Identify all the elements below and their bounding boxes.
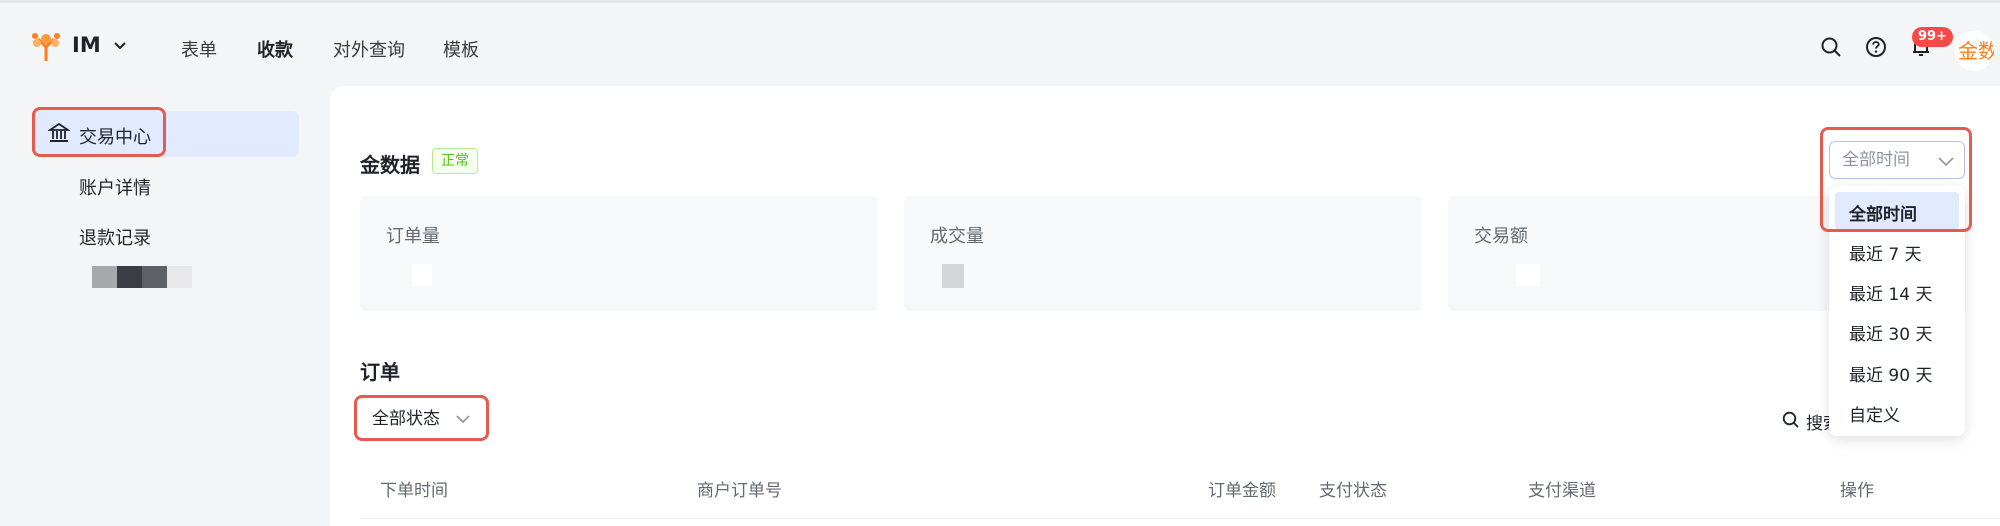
- top-bar: IM 表单 收款 对外查询 模板 99+ 金数: [0, 0, 2000, 84]
- nav-external-query[interactable]: 对外查询: [333, 36, 405, 62]
- chevron-down-icon: [456, 415, 470, 424]
- help-icon[interactable]: [1865, 36, 1887, 58]
- time-filter-select[interactable]: 全部时间: [1829, 141, 1965, 179]
- stat-label: 交易额: [1474, 226, 1528, 247]
- search-icon: [1782, 411, 1799, 428]
- sidebar-item-refund-records[interactable]: 退款记录: [79, 224, 151, 250]
- time-filter-dropdown: 全部时间 最近 7 天 最近 14 天 最近 30 天 最近 90 天 自定义: [1829, 186, 1965, 436]
- column-header-payment-status: 支付状态: [1319, 481, 1387, 501]
- search-icon[interactable]: [1820, 36, 1842, 58]
- stat-label: 成交量: [930, 226, 984, 247]
- time-filter-value: 全部时间: [1842, 150, 1910, 170]
- workspace-name[interactable]: IM: [72, 33, 101, 57]
- column-header-order-amount: 订单金额: [1208, 481, 1276, 501]
- redacted-value: [1516, 264, 1540, 286]
- chevron-down-icon[interactable]: [112, 38, 128, 54]
- column-header-payment-channel: 支付渠道: [1528, 481, 1596, 501]
- column-header-actions: 操作: [1840, 481, 1874, 501]
- chevron-down-icon: [1938, 157, 1954, 167]
- status-filter-select[interactable]: 全部状态: [360, 401, 482, 437]
- sidebar-item-trade-center[interactable]: 交易中心: [79, 123, 151, 149]
- dropdown-option-90-days[interactable]: 最近 90 天: [1849, 361, 1932, 386]
- dropdown-option-all-time[interactable]: 全部时间: [1849, 200, 1917, 225]
- column-header-order-time: 下单时间: [380, 481, 448, 501]
- redacted-value: [412, 264, 432, 286]
- status-filter-value: 全部状态: [372, 409, 440, 429]
- dropdown-option-14-days[interactable]: 最近 14 天: [1849, 280, 1932, 305]
- nav-forms[interactable]: 表单: [181, 36, 217, 62]
- status-badge: 正常: [432, 148, 478, 174]
- column-header-merchant-order-no: 商户订单号: [697, 481, 782, 501]
- tree-logo-icon[interactable]: [30, 31, 62, 63]
- dropdown-option-custom[interactable]: 自定义: [1849, 401, 1900, 426]
- dropdown-option-7-days[interactable]: 最近 7 天: [1849, 240, 1922, 265]
- stats-title: 金数据: [360, 153, 420, 177]
- nav-templates[interactable]: 模板: [443, 36, 479, 62]
- table-divider: [360, 518, 2000, 519]
- orders-title: 订单: [360, 360, 400, 384]
- notification-badge: 99+: [1912, 27, 1953, 47]
- stat-label: 订单量: [386, 226, 440, 247]
- sidebar-active-bg: [34, 111, 299, 157]
- avatar[interactable]: 金数: [1954, 31, 1994, 71]
- redacted-item: [92, 266, 192, 288]
- nav-payments[interactable]: 收款: [257, 36, 293, 62]
- dropdown-option-30-days[interactable]: 最近 30 天: [1849, 320, 1932, 345]
- sidebar-item-account-details[interactable]: 账户详情: [79, 174, 151, 200]
- stat-card-orders: 订单量: [360, 196, 878, 311]
- redacted-value: [942, 264, 964, 288]
- bank-icon: [48, 122, 70, 142]
- stat-card-deals: 成交量: [904, 196, 1422, 311]
